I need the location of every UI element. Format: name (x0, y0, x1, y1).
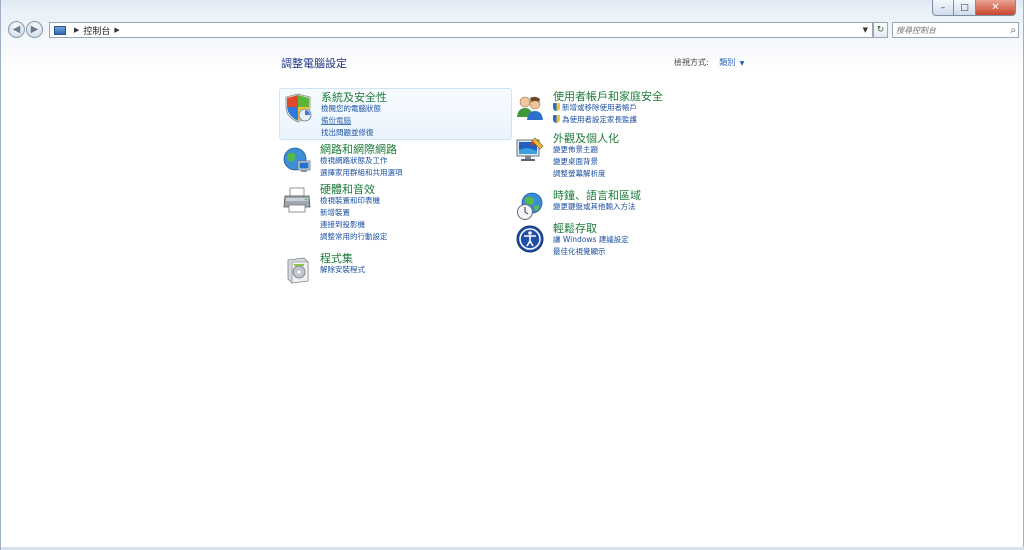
link-windows-suggest[interactable]: 讓 Windows 建議設定 (553, 234, 629, 246)
breadcrumb-control-panel[interactable]: 控制台 (83, 24, 110, 37)
caption-buttons: – □ ✕ (932, 0, 1016, 16)
link-optimize-display[interactable]: 最佳化視覺顯示 (553, 246, 629, 258)
page-title: 調整電腦設定 (281, 57, 347, 70)
refresh-button[interactable]: ↻ (873, 22, 888, 38)
link-homegroup[interactable]: 選擇家用群組和共用選項 (320, 167, 403, 179)
address-dropdown-icon[interactable]: ▼ (859, 26, 872, 34)
link-screen-resolution[interactable]: 調整螢幕解析度 (553, 168, 606, 180)
minimize-button[interactable]: – (932, 0, 954, 16)
printer-icon[interactable] (282, 185, 312, 215)
link-network-status[interactable]: 檢視網路狀態及工作 (320, 155, 403, 167)
back-arrow-icon: ◀ (12, 24, 21, 35)
link-mobility-settings[interactable]: 調整常用的行動設定 (320, 231, 388, 243)
link-devices-printers[interactable]: 檢視裝置和印表機 (320, 195, 388, 207)
forward-button[interactable]: ▶ (26, 21, 43, 38)
monitor-paint-icon[interactable] (515, 134, 545, 164)
breadcrumb-separator-icon[interactable]: ▶ (114, 26, 119, 34)
address-bar[interactable]: ▶ 控制台 ▶ ▼ (49, 22, 873, 38)
link-label: 為使用者設定家長監護 (562, 115, 637, 124)
control-panel-window: – □ ✕ ◀ ▶ ▶ 控制台 ▶ ▼ ↻ ⌕ 調整電腦設定 檢視方式: 類別 … (0, 0, 1024, 550)
category-programs: 程式集 解除安裝程式 (279, 250, 509, 302)
ease-of-access-icon[interactable] (515, 224, 545, 254)
clock-globe-icon[interactable] (515, 191, 545, 221)
search-box[interactable]: ⌕ (892, 22, 1019, 38)
uac-shield-icon (553, 115, 560, 123)
link-uninstall-program[interactable]: 解除安裝程式 (320, 264, 365, 276)
uac-shield-icon (553, 103, 560, 111)
programs-box-icon[interactable] (282, 254, 312, 284)
link-keyboard-input[interactable]: 變更鍵盤或其他輸入方法 (553, 201, 636, 213)
view-by-label: 檢視方式: (674, 58, 709, 67)
category-appearance: 外觀及個人化 變更佈景主題 變更桌面背景 調整螢幕解析度 (512, 130, 742, 182)
link-review-status[interactable]: 檢閱您的電腦狀態 (321, 103, 381, 115)
control-panel-icon (54, 25, 66, 35)
link-change-theme[interactable]: 變更佈景主題 (553, 144, 606, 156)
link-desktop-background[interactable]: 變更桌面背景 (553, 156, 606, 168)
link-backup[interactable]: 備份電腦 (321, 115, 381, 127)
forward-arrow-icon: ▶ (30, 24, 39, 35)
shield-flag-icon[interactable] (283, 93, 313, 123)
category-ease-of-access: 輕鬆存取 讓 Windows 建議設定 最佳化視覺顯示 (512, 220, 742, 272)
search-input[interactable] (896, 25, 1000, 35)
link-add-device[interactable]: 新增裝置 (320, 207, 388, 219)
maximize-button[interactable]: □ (954, 0, 976, 16)
chevron-down-icon[interactable]: ▼ (740, 60, 745, 67)
category-system-security: 系統及安全性 檢閱您的電腦狀態 備份電腦 找出問題並修復 (279, 88, 512, 140)
view-by: 檢視方式: 類別 ▼ (674, 57, 744, 68)
refresh-icon: ↻ (876, 25, 885, 35)
users-icon[interactable] (515, 92, 545, 122)
globe-network-icon[interactable] (282, 145, 312, 175)
link-add-remove-accounts[interactable]: 新增或移除使用者帳戶 (553, 102, 637, 114)
back-button[interactable]: ◀ (8, 21, 25, 38)
link-troubleshoot[interactable]: 找出問題並修復 (321, 127, 381, 139)
link-connect-projector[interactable]: 連接到投影機 (320, 219, 388, 231)
link-label: 新增或移除使用者帳戶 (562, 103, 637, 112)
link-parental-controls[interactable]: 為使用者設定家長監護 (553, 114, 637, 126)
close-button[interactable]: ✕ (976, 0, 1016, 16)
view-by-dropdown[interactable]: 類別 (719, 58, 735, 67)
category-hardware-sound: 硬體和音效 檢視裝置和印表機 新增裝置 連接到投影機 調整常用的行動設定 (279, 181, 509, 245)
breadcrumb-separator-icon[interactable]: ▶ (74, 26, 79, 34)
search-icon[interactable]: ⌕ (1010, 25, 1016, 36)
